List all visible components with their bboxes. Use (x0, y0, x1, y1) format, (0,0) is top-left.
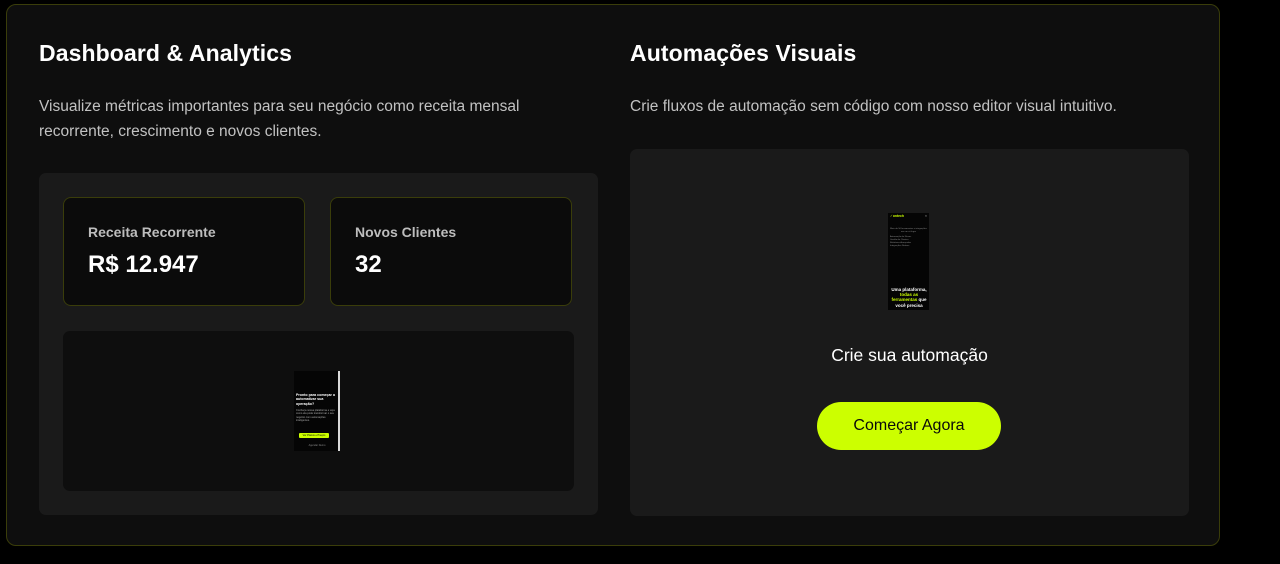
preview-headline-highlight: todas as ferramentas (891, 292, 919, 303)
preview-subtitle: Mais de 50 ferramentas e integrações em … (890, 228, 927, 233)
mobile-preview-thumbnail: Pronto para começar a automatizar sua op… (294, 371, 340, 451)
preview-footer: Agendar Demo (308, 444, 326, 447)
metric-label: Receita Recorrente (88, 224, 216, 240)
dashboard-preview-box: Pronto para começar a automatizar sua op… (63, 331, 574, 491)
metric-card-new-clients: Novos Clientes 32 (330, 197, 572, 306)
dashboard-panel: Receita Recorrente R$ 12.947 Novos Clien… (39, 173, 598, 515)
metric-value: R$ 12.947 (88, 251, 199, 278)
metric-card-recurring-revenue: Receita Recorrente R$ 12.947 (63, 197, 305, 306)
automations-title: Automações Visuais (630, 40, 857, 66)
preview-heading: Pronto para começar a automatizar sua op… (296, 393, 335, 406)
metric-label: Novos Clientes (355, 224, 457, 240)
automations-description: Crie fluxos de automação sem código com … (630, 98, 1117, 115)
preview-body: Conheça nossa plataforma e veja como ela… (296, 409, 335, 422)
preview-item: Integrações Nativas (890, 245, 910, 247)
cta-title: Crie sua automação (831, 345, 988, 365)
start-now-button[interactable]: Começar Agora (817, 402, 1001, 450)
automations-panel: ✓ontech × Mais de 50 ferramentas e integ… (630, 149, 1189, 516)
preview-headline: Uma plataforma, todas as ferramentas que… (890, 287, 928, 308)
preview-logo: ✓ontech (890, 214, 904, 218)
dashboard-description: Visualize métricas importantes para seu … (39, 98, 520, 140)
features-section: Dashboard & Analytics Visualize métricas… (6, 4, 1220, 546)
preview-item-list: Automação de Fluxos Gestão de Clientes R… (890, 236, 927, 248)
mobile-preview-thumbnail: ✓ontech × Mais de 50 ferramentas e integ… (888, 213, 929, 310)
dashboard-title: Dashboard & Analytics (39, 40, 293, 66)
preview-button: Ver Planos e Preços (299, 433, 329, 438)
metric-value: 32 (355, 251, 382, 278)
close-icon: × (925, 214, 927, 218)
